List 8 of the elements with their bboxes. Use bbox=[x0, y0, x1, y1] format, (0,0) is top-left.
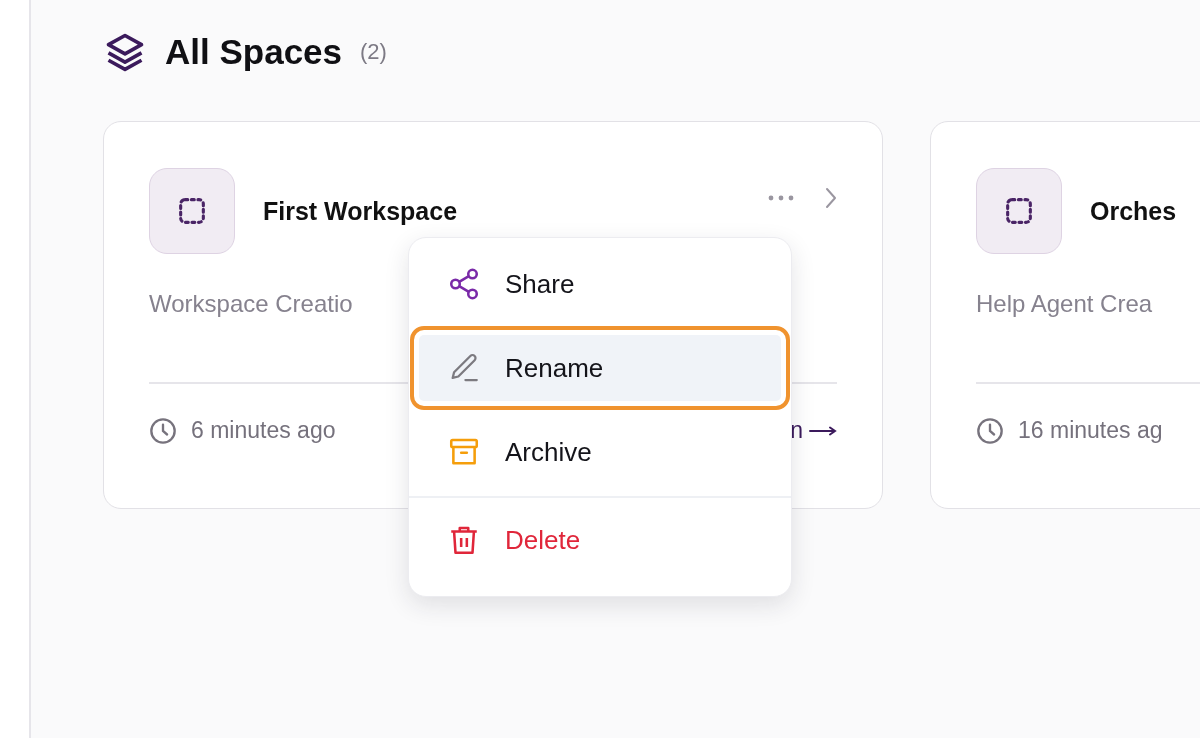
updated-time: 16 minutes ag bbox=[1018, 417, 1163, 444]
space-count: (2) bbox=[360, 39, 387, 65]
space-title: First Workspace bbox=[263, 196, 458, 226]
updated-time: 6 minutes ago bbox=[191, 417, 336, 444]
space-description: Help Agent Crea bbox=[976, 290, 1154, 318]
space-title: Orches bbox=[1090, 196, 1177, 226]
space-description: Workspace Creatio bbox=[149, 290, 354, 318]
section-title: All Spaces bbox=[165, 32, 343, 72]
